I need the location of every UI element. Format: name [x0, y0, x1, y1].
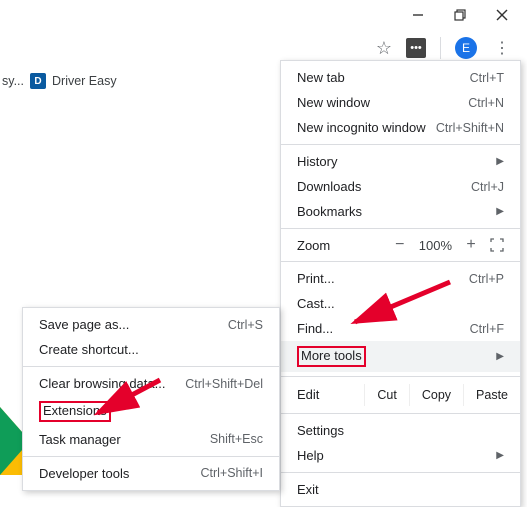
menu-print[interactable]: Print... Ctrl+P — [281, 266, 520, 291]
menu-find[interactable]: Find... Ctrl+F — [281, 316, 520, 341]
menu-downloads[interactable]: Downloads Ctrl+J — [281, 174, 520, 199]
zoom-in-button[interactable]: + — [464, 236, 478, 254]
bookmark-star-icon[interactable]: ☆ — [376, 38, 392, 59]
menu-copy[interactable]: Copy — [409, 384, 463, 406]
highlight-more-tools: More tools — [297, 346, 366, 367]
menu-separator — [281, 261, 520, 262]
menu-separator — [281, 413, 520, 414]
extension-badge[interactable]: ••• — [406, 38, 426, 58]
chevron-right-icon: ▶ — [496, 351, 504, 362]
menu-label: New incognito window — [297, 120, 426, 135]
menu-zoom: Zoom − 100% + — [281, 233, 520, 257]
menu-label: Clear browsing data... — [39, 376, 165, 391]
menu-separator — [281, 376, 520, 377]
menu-separator — [281, 228, 520, 229]
menu-label: Exit — [297, 482, 319, 497]
menu-label: Zoom — [297, 238, 330, 253]
shortcut: Ctrl+Shift+N — [436, 121, 504, 135]
submenu-task-manager[interactable]: Task manager Shift+Esc — [23, 427, 279, 452]
menu-cast[interactable]: Cast... — [281, 291, 520, 316]
menu-label: Task manager — [39, 432, 121, 447]
menu-separator — [23, 456, 279, 457]
highlight-extensions: Extensions — [39, 401, 111, 422]
menu-label: New tab — [297, 70, 345, 85]
menu-separator — [281, 472, 520, 473]
submenu-save-page[interactable]: Save page as... Ctrl+S — [23, 312, 279, 337]
chevron-right-icon: ▶ — [496, 206, 504, 217]
shortcut: Ctrl+S — [228, 318, 263, 332]
shortcut: Ctrl+F — [470, 322, 504, 336]
menu-label: Settings — [297, 423, 344, 438]
profile-avatar[interactable]: E — [455, 37, 477, 59]
window-titlebar — [0, 0, 527, 30]
bookmark-item-driver-easy[interactable]: D Driver Easy — [30, 73, 117, 89]
submenu-developer-tools[interactable]: Developer tools Ctrl+Shift+I — [23, 461, 279, 486]
menu-exit[interactable]: Exit — [281, 477, 520, 502]
submenu-clear-data[interactable]: Clear browsing data... Ctrl+Shift+Del — [23, 371, 279, 396]
bookmark-favicon: D — [30, 73, 46, 89]
menu-label: Create shortcut... — [39, 342, 139, 357]
menu-label: Bookmarks — [297, 204, 362, 219]
menu-incognito[interactable]: New incognito window Ctrl+Shift+N — [281, 115, 520, 140]
menu-label: Find... — [297, 321, 333, 336]
shortcut: Ctrl+N — [468, 96, 504, 110]
shortcut: Ctrl+Shift+I — [200, 466, 263, 480]
main-menu-button[interactable]: ⋮ — [491, 37, 513, 59]
shortcut: Ctrl+P — [469, 272, 504, 286]
close-button[interactable] — [495, 8, 509, 22]
menu-separator — [281, 144, 520, 145]
menu-bookmarks[interactable]: Bookmarks ▶ — [281, 199, 520, 224]
menu-paste[interactable]: Paste — [463, 384, 520, 406]
bookmark-label: Driver Easy — [52, 74, 117, 88]
menu-edit-row: Edit Cut Copy Paste — [281, 381, 520, 409]
menu-label: History — [297, 154, 337, 169]
fullscreen-icon[interactable] — [490, 238, 504, 252]
main-menu: New tab Ctrl+T New window Ctrl+N New inc… — [280, 60, 521, 507]
menu-label: Save page as... — [39, 317, 129, 332]
menu-cut[interactable]: Cut — [364, 384, 408, 406]
menu-label: New window — [297, 95, 370, 110]
shortcut: Ctrl+J — [471, 180, 504, 194]
shortcut: Shift+Esc — [210, 432, 263, 446]
menu-history[interactable]: History ▶ — [281, 149, 520, 174]
submenu-create-shortcut[interactable]: Create shortcut... — [23, 337, 279, 362]
menu-label: Downloads — [297, 179, 361, 194]
menu-help[interactable]: Help ▶ — [281, 443, 520, 468]
zoom-level: 100% — [419, 238, 452, 253]
menu-label: Edit — [297, 387, 319, 402]
menu-label: Cast... — [297, 296, 335, 311]
bookmark-item-truncated[interactable]: sy... — [2, 74, 24, 88]
chevron-right-icon: ▶ — [496, 450, 504, 461]
menu-label: Developer tools — [39, 466, 129, 481]
submenu-extensions[interactable]: Extensions — [23, 396, 279, 427]
chevron-right-icon: ▶ — [496, 156, 504, 167]
restore-button[interactable] — [453, 8, 467, 22]
menu-label: Print... — [297, 271, 335, 286]
menu-new-window[interactable]: New window Ctrl+N — [281, 90, 520, 115]
more-tools-submenu: Save page as... Ctrl+S Create shortcut..… — [22, 307, 280, 491]
menu-separator — [23, 366, 279, 367]
menu-settings[interactable]: Settings — [281, 418, 520, 443]
shortcut: Ctrl+Shift+Del — [185, 377, 263, 391]
zoom-out-button[interactable]: − — [393, 236, 407, 254]
toolbar-divider — [440, 37, 441, 59]
menu-new-tab[interactable]: New tab Ctrl+T — [281, 65, 520, 90]
menu-more-tools[interactable]: More tools ▶ — [281, 341, 520, 372]
shortcut: Ctrl+T — [470, 71, 504, 85]
menu-label: Help — [297, 448, 324, 463]
minimize-button[interactable] — [411, 8, 425, 22]
